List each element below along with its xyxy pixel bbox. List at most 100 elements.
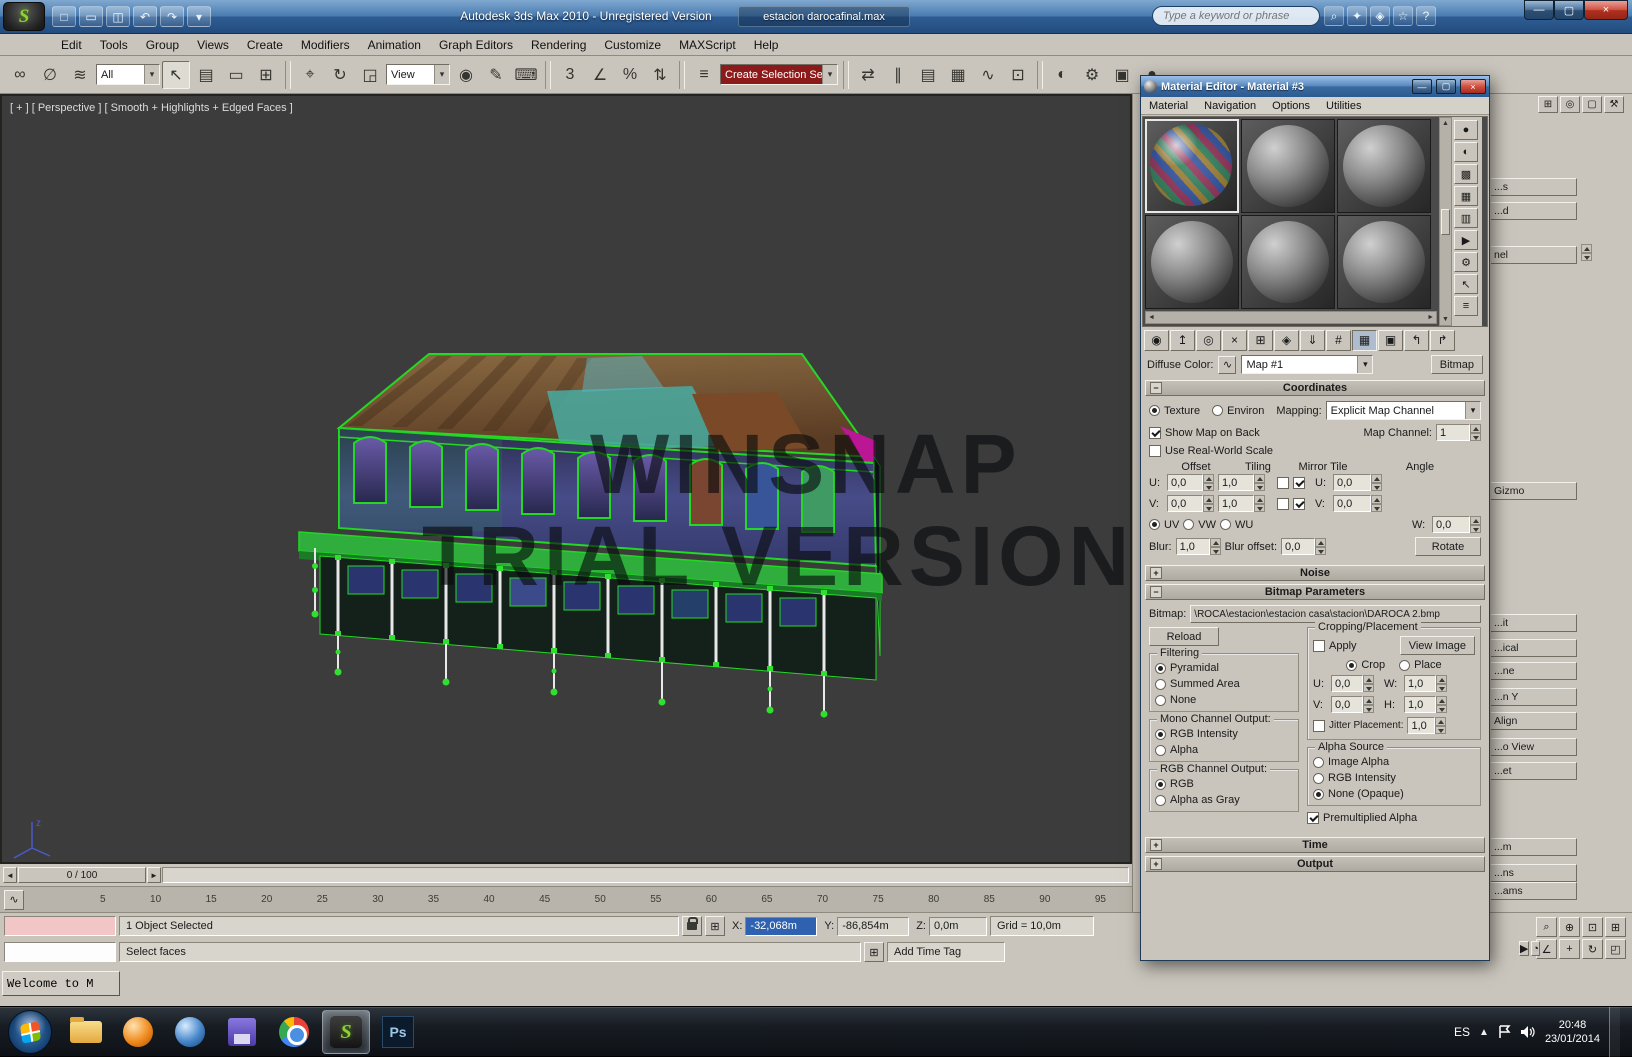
scroll-up-icon[interactable]: ▲ bbox=[1442, 120, 1449, 127]
menu-tools[interactable]: Tools bbox=[91, 35, 137, 55]
make-unique-button[interactable]: ◈ bbox=[1274, 330, 1299, 351]
crop-radio[interactable]: Crop bbox=[1346, 659, 1385, 671]
reset-map-button[interactable]: × bbox=[1222, 330, 1247, 351]
select-object-button[interactable]: ↖ bbox=[162, 61, 190, 89]
video-color-check-button[interactable]: ▥ bbox=[1454, 208, 1478, 228]
use-pivot-point-center-button[interactable]: ◉ bbox=[452, 61, 480, 89]
u-mirror-checkbox[interactable] bbox=[1277, 477, 1289, 489]
spinner[interactable] bbox=[1254, 474, 1265, 491]
time-slider-handle[interactable]: 0 / 100 bbox=[18, 867, 146, 883]
material-editor-button[interactable]: ◐ bbox=[1048, 61, 1076, 89]
keyboard-shortcut-override-button[interactable]: ⌨ bbox=[512, 61, 540, 89]
chevron-down-icon[interactable]: ▾ bbox=[822, 65, 837, 84]
select-by-name-button[interactable]: ▤ bbox=[192, 61, 220, 89]
time-slider-next-frame[interactable]: ► bbox=[147, 867, 161, 883]
background-button[interactable]: ▩ bbox=[1454, 164, 1478, 184]
material-editor-titlebar[interactable]: Material Editor - Material #3 — ▢ × bbox=[1141, 76, 1489, 97]
spinner[interactable] bbox=[1470, 424, 1481, 441]
maxscript-mini-listener-white[interactable] bbox=[4, 942, 116, 962]
menu-maxscript[interactable]: MAXScript bbox=[670, 35, 745, 55]
image-alpha-radio[interactable]: Image Alpha bbox=[1313, 756, 1389, 768]
spinner[interactable] bbox=[1371, 474, 1382, 491]
rectangular-selection-region-button[interactable]: ▭ bbox=[222, 61, 250, 89]
crop-h-field[interactable]: 1,0 bbox=[1404, 696, 1447, 713]
jitter-checkbox[interactable] bbox=[1313, 720, 1325, 732]
select-and-manipulate-button[interactable]: ✎ bbox=[482, 61, 510, 89]
reference-coordinate-system-dropdown[interactable]: View▾ bbox=[386, 64, 450, 85]
panel-button-fragment[interactable]: ...s bbox=[1491, 178, 1577, 196]
angle-snap-toggle-button[interactable]: ∠ bbox=[586, 61, 614, 89]
assign-material-to-selection-button[interactable]: ◎ bbox=[1196, 330, 1221, 351]
me-menu-utilities[interactable]: Utilities bbox=[1318, 98, 1369, 114]
app-maximize-button[interactable]: ▢ bbox=[1554, 0, 1584, 20]
time-configuration-button[interactable]: ◔ bbox=[1531, 941, 1540, 956]
view-image-button[interactable]: View Image bbox=[1400, 636, 1475, 655]
panel-button-fragment[interactable]: ...it bbox=[1491, 614, 1577, 632]
panel-button-fragment[interactable]: ...m bbox=[1491, 838, 1577, 856]
crop-u-field[interactable]: 0,0 bbox=[1331, 675, 1374, 692]
u-tile-checkbox[interactable] bbox=[1293, 477, 1305, 489]
select-and-rotate-button[interactable]: ↻ bbox=[326, 61, 354, 89]
go-to-parent-button[interactable]: ↰ bbox=[1404, 330, 1429, 351]
select-and-scale-button[interactable]: ◲ bbox=[356, 61, 384, 89]
menu-animation[interactable]: Animation bbox=[359, 35, 430, 55]
spinner[interactable] bbox=[1203, 495, 1214, 512]
graphite-modeling-tools-button[interactable]: ▦ bbox=[944, 61, 972, 89]
communication-center-icon[interactable]: ◈ bbox=[1370, 6, 1390, 26]
me-close-button[interactable]: × bbox=[1460, 79, 1486, 94]
spinner[interactable] bbox=[1254, 495, 1265, 512]
workspace-menu-icon[interactable]: ▾ bbox=[187, 6, 211, 27]
u-tiling-field[interactable]: 1,0 bbox=[1218, 474, 1265, 491]
redo-icon[interactable]: ↷ bbox=[160, 6, 184, 27]
v-offset-field[interactable]: 0,0 bbox=[1167, 495, 1214, 512]
material-sample-slot[interactable] bbox=[1337, 215, 1431, 309]
schematic-view-button[interactable]: ⊡ bbox=[1004, 61, 1032, 89]
spinner[interactable] bbox=[1470, 516, 1481, 533]
viewport-label[interactable]: [ + ] [ Perspective ] [ Smooth + Highlig… bbox=[10, 102, 293, 114]
search-input[interactable] bbox=[1152, 6, 1320, 26]
time-rollout-header[interactable]: + Time bbox=[1145, 837, 1485, 853]
vw-radio[interactable]: VW bbox=[1183, 519, 1216, 531]
go-forward-to-sibling-button[interactable]: ↱ bbox=[1430, 330, 1455, 351]
clock[interactable]: 20:48 23/01/2014 bbox=[1545, 1018, 1600, 1046]
zoom-all-button[interactable]: ⊕ bbox=[1559, 917, 1580, 937]
spinner[interactable] bbox=[1435, 717, 1446, 734]
app-close-button[interactable]: × bbox=[1584, 0, 1628, 20]
time-slider-track[interactable] bbox=[162, 867, 1129, 883]
make-preview-button[interactable]: ▶ bbox=[1454, 230, 1478, 250]
summed-area-radio[interactable]: Summed Area bbox=[1155, 678, 1240, 690]
environ-radio[interactable]: Environ bbox=[1212, 405, 1264, 417]
taskbar-item-3ds-max[interactable]: S bbox=[322, 1010, 370, 1054]
bind-to-space-warp-button[interactable]: ≋ bbox=[66, 61, 94, 89]
select-and-move-button[interactable]: ⌖ bbox=[296, 61, 324, 89]
percent-snap-toggle-button[interactable]: % bbox=[616, 61, 644, 89]
me-menu-options[interactable]: Options bbox=[1264, 98, 1318, 114]
spinner[interactable] bbox=[1371, 495, 1382, 512]
snaps-toggle-button[interactable]: 3 bbox=[556, 61, 584, 89]
spinner[interactable] bbox=[1581, 244, 1592, 261]
spinner[interactable] bbox=[1436, 696, 1447, 713]
get-material-button[interactable]: ◉ bbox=[1144, 330, 1169, 351]
selection-lock-toggle[interactable] bbox=[682, 916, 702, 936]
rgb-intensity-radio[interactable]: RGB Intensity bbox=[1155, 728, 1238, 740]
use-real-world-scale-checkbox[interactable]: Use Real-World Scale bbox=[1149, 445, 1273, 457]
help-icon[interactable]: ? bbox=[1416, 6, 1436, 26]
align-button[interactable]: ∥ bbox=[884, 61, 912, 89]
put-to-library-button[interactable]: ⇓ bbox=[1300, 330, 1325, 351]
v-angle-field[interactable]: 0,0 bbox=[1333, 495, 1382, 512]
chevron-down-icon[interactable]: ▾ bbox=[434, 65, 449, 84]
none-opaque-radio[interactable]: None (Opaque) bbox=[1313, 788, 1404, 800]
render-setup-button[interactable]: ⚙ bbox=[1078, 61, 1106, 89]
undo-icon[interactable]: ↶ bbox=[133, 6, 157, 27]
show-map-in-viewport-button[interactable]: ▦ bbox=[1352, 330, 1377, 351]
material-id-channel-button[interactable]: # bbox=[1326, 330, 1351, 351]
panel-button-fragment[interactable]: ...n Y bbox=[1491, 688, 1577, 706]
spinner[interactable] bbox=[1363, 696, 1374, 713]
show-hidden-icons-button[interactable]: ▲ bbox=[1479, 1027, 1489, 1038]
start-button[interactable] bbox=[8, 1010, 52, 1054]
crop-v-field[interactable]: 0,0 bbox=[1331, 696, 1374, 713]
absolute-mode-toggle[interactable]: ⊞ bbox=[705, 916, 725, 936]
me-maximize-button[interactable]: ▢ bbox=[1436, 79, 1456, 94]
mini-curve-editor-button[interactable]: ∿ bbox=[4, 890, 24, 910]
v-tiling-field[interactable]: 1,0 bbox=[1218, 495, 1265, 512]
